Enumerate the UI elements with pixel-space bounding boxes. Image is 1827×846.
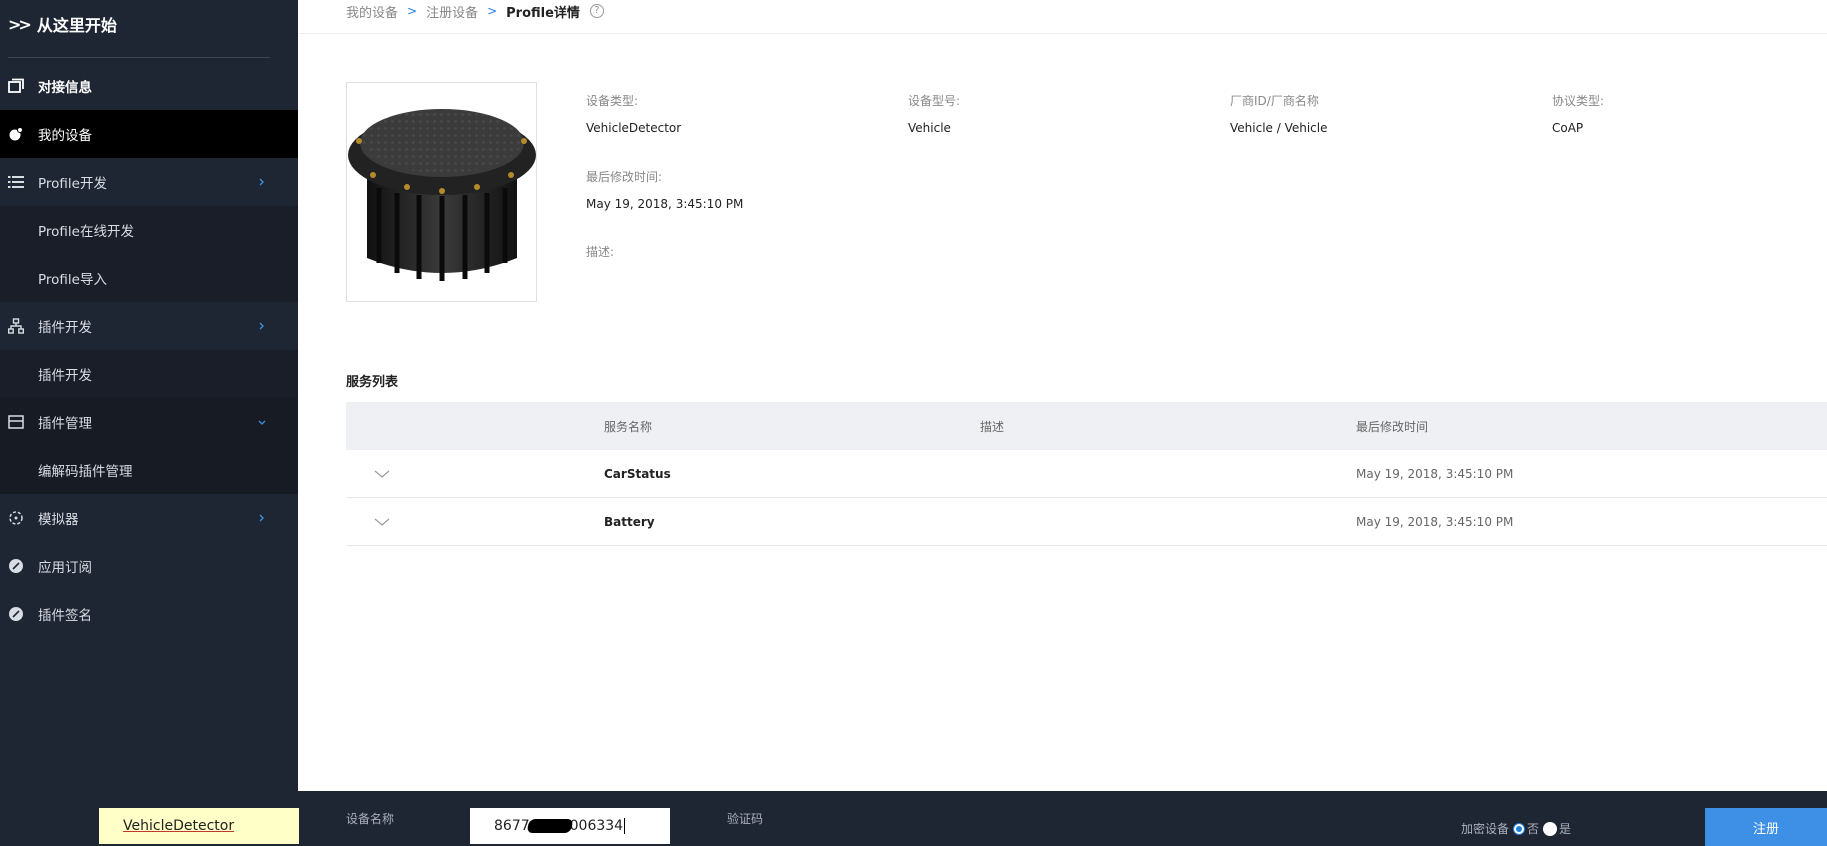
service-name: Battery [604,515,655,529]
breadcrumb-register-device[interactable]: 注册设备 [426,2,478,21]
device-image [346,82,537,302]
description-field: 描述: [586,243,614,260]
device-model-value: Vehicle [908,121,951,135]
device-name-input[interactable]: VehicleDetector [99,808,299,844]
sidebar-item-plugin-mgmt[interactable]: 插件管理 [0,398,298,446]
breadcrumb-my-devices[interactable]: 我的设备 [346,2,398,21]
hierarchy-icon [8,318,24,334]
encrypt-yes-radio[interactable] [1543,821,1558,836]
vehicle-detector-image [348,109,536,281]
sidebar-item-integration-info[interactable]: 对接信息 [0,62,298,110]
sidebar-item-label: 插件开发 [38,320,92,336]
description-label: 描述: [586,245,615,259]
protocol-field: 协议类型: CoAP [1552,92,1604,135]
encrypt-yes-label[interactable]: 是 [1559,820,1571,837]
chevron-right-icon [259,514,264,522]
chevron-down-icon[interactable] [374,498,390,546]
service-modified-time: May 19, 2018, 3:45:10 PM [1356,467,1514,481]
service-list-title: 服务列表 [346,375,399,390]
verify-code-suffix: 006334 [569,818,624,834]
service-name: CarStatus [604,467,671,481]
table-header: 服务名称 描述 最后修改时间 [346,402,1827,450]
chevron-right-icon: > [487,4,498,18]
vendor-value: Vehicle / Vehicle [1230,121,1328,135]
sidebar-item-plugin-dev-sub[interactable]: 插件开发 [0,350,298,398]
vendor-field: 厂商ID/厂商名称 Vehicle / Vehicle [1230,92,1328,135]
column-header-description: 描述 [980,419,1005,434]
sidebar-divider [8,57,270,58]
column-header-service-name: 服务名称 [604,419,653,434]
main-content: 我的设备 > 注册设备 > Profile详情 ? 设备类型: VehicleD… [298,0,1827,791]
sidebar-item-label: 插件开发 [38,368,92,384]
help-icon[interactable]: ? [589,4,604,18]
sidebar-item-plugin-signature[interactable]: 插件签名 [0,590,298,638]
sidebar-item-profile-dev[interactable]: Profile开发 [0,158,298,206]
chevron-down-icon[interactable] [374,450,390,498]
leaf-icon [9,607,23,621]
chevron-down-icon [258,420,266,425]
table-row[interactable]: Battery May 19, 2018, 3:45:10 PM [346,498,1827,546]
sidebar-item-profile-import[interactable]: Profile导入 [0,254,298,302]
sidebar-item-profile-online[interactable]: Profile在线开发 [0,206,298,254]
verify-code-prefix: 8677 [494,818,530,834]
modified-value: May 19, 2018, 3:45:10 PM [586,197,744,211]
breadcrumb: 我的设备 > 注册设备 > Profile详情 ? [346,0,604,22]
vendor-label: 厂商ID/厂商名称 [1230,94,1319,108]
encrypt-no-label[interactable]: 否 [1527,820,1539,837]
redaction-mark [526,819,574,833]
brand-start[interactable]: >> 从这里开始 [0,0,298,48]
encrypt-device-label: 加密设备 [1461,822,1510,836]
leaf-icon [9,559,23,573]
modified-label: 最后修改时间: [586,170,663,184]
sidebar-item-label: Profile导入 [38,272,107,288]
sidebar: >> 从这里开始 对接信息 我的设备 Profile开发 Profile在线开发… [0,0,298,846]
sidebar-item-label: 对接信息 [38,80,92,96]
verify-code-input[interactable]: 8677 006334 [470,808,670,844]
panel-icon [8,415,24,429]
sidebar-item-simulator[interactable]: 模拟器 [0,494,298,542]
verify-code-label: 验证码 [727,812,764,826]
breadcrumb-current: Profile详情 [506,5,580,21]
device-icon [9,127,23,141]
device-type-label: 设备类型: [586,94,639,108]
chevron-right-icon [259,178,264,186]
sidebar-item-app-subscription[interactable]: 应用订阅 [0,542,298,590]
sidebar-item-codec-plugin-mgmt[interactable]: 编解码插件管理 [0,446,298,494]
sidebar-item-my-devices[interactable]: 我的设备 [0,110,298,158]
device-type-value: VehicleDetector [586,121,682,135]
service-table: 服务名称 描述 最后修改时间 CarStatus May 19, 2018, 3… [346,402,1827,546]
sidebar-item-label: Profile在线开发 [38,224,134,240]
chevron-right-icon [259,322,264,330]
sidebar-item-label: 模拟器 [38,512,79,528]
sidebar-menu: 对接信息 我的设备 Profile开发 Profile在线开发 Profile导… [0,62,298,638]
device-name-label: 设备名称 [346,812,395,826]
register-button[interactable]: 注册 [1705,808,1827,846]
protocol-label: 协议类型: [1552,94,1605,108]
chevron-right-icon: > [407,4,418,18]
device-type-field: 设备类型: VehicleDetector [586,92,681,135]
device-model-label: 设备型号: [908,94,961,108]
sidebar-item-label: 插件管理 [38,416,92,432]
modified-field: 最后修改时间: May 19, 2018, 3:45:10 PM [586,168,743,211]
sidebar-item-label: 应用订阅 [38,560,92,576]
text-caret [624,818,626,834]
window-icon [8,78,24,93]
simulator-icon [9,511,23,525]
service-modified-time: May 19, 2018, 3:45:10 PM [1356,515,1514,529]
sidebar-item-label: 插件签名 [38,608,92,624]
column-header-modified-time: 最后修改时间 [1356,419,1429,434]
list-icon [8,176,24,188]
device-model-field: 设备型号: Vehicle [908,92,960,135]
encrypt-device-group: 加密设备 否 是 [1461,820,1571,837]
header-divider [298,33,1827,34]
sidebar-item-label: 我的设备 [38,128,92,144]
double-chevron-right-icon: >> [8,14,32,34]
brand-label: 从这里开始 [36,16,117,35]
sidebar-item-plugin-dev[interactable]: 插件开发 [0,302,298,350]
protocol-value: CoAP [1552,121,1584,135]
sidebar-item-label: Profile开发 [38,176,107,192]
table-row[interactable]: CarStatus May 19, 2018, 3:45:10 PM [346,450,1827,498]
sidebar-item-label: 编解码插件管理 [38,464,133,480]
encrypt-no-radio[interactable] [1513,822,1526,835]
